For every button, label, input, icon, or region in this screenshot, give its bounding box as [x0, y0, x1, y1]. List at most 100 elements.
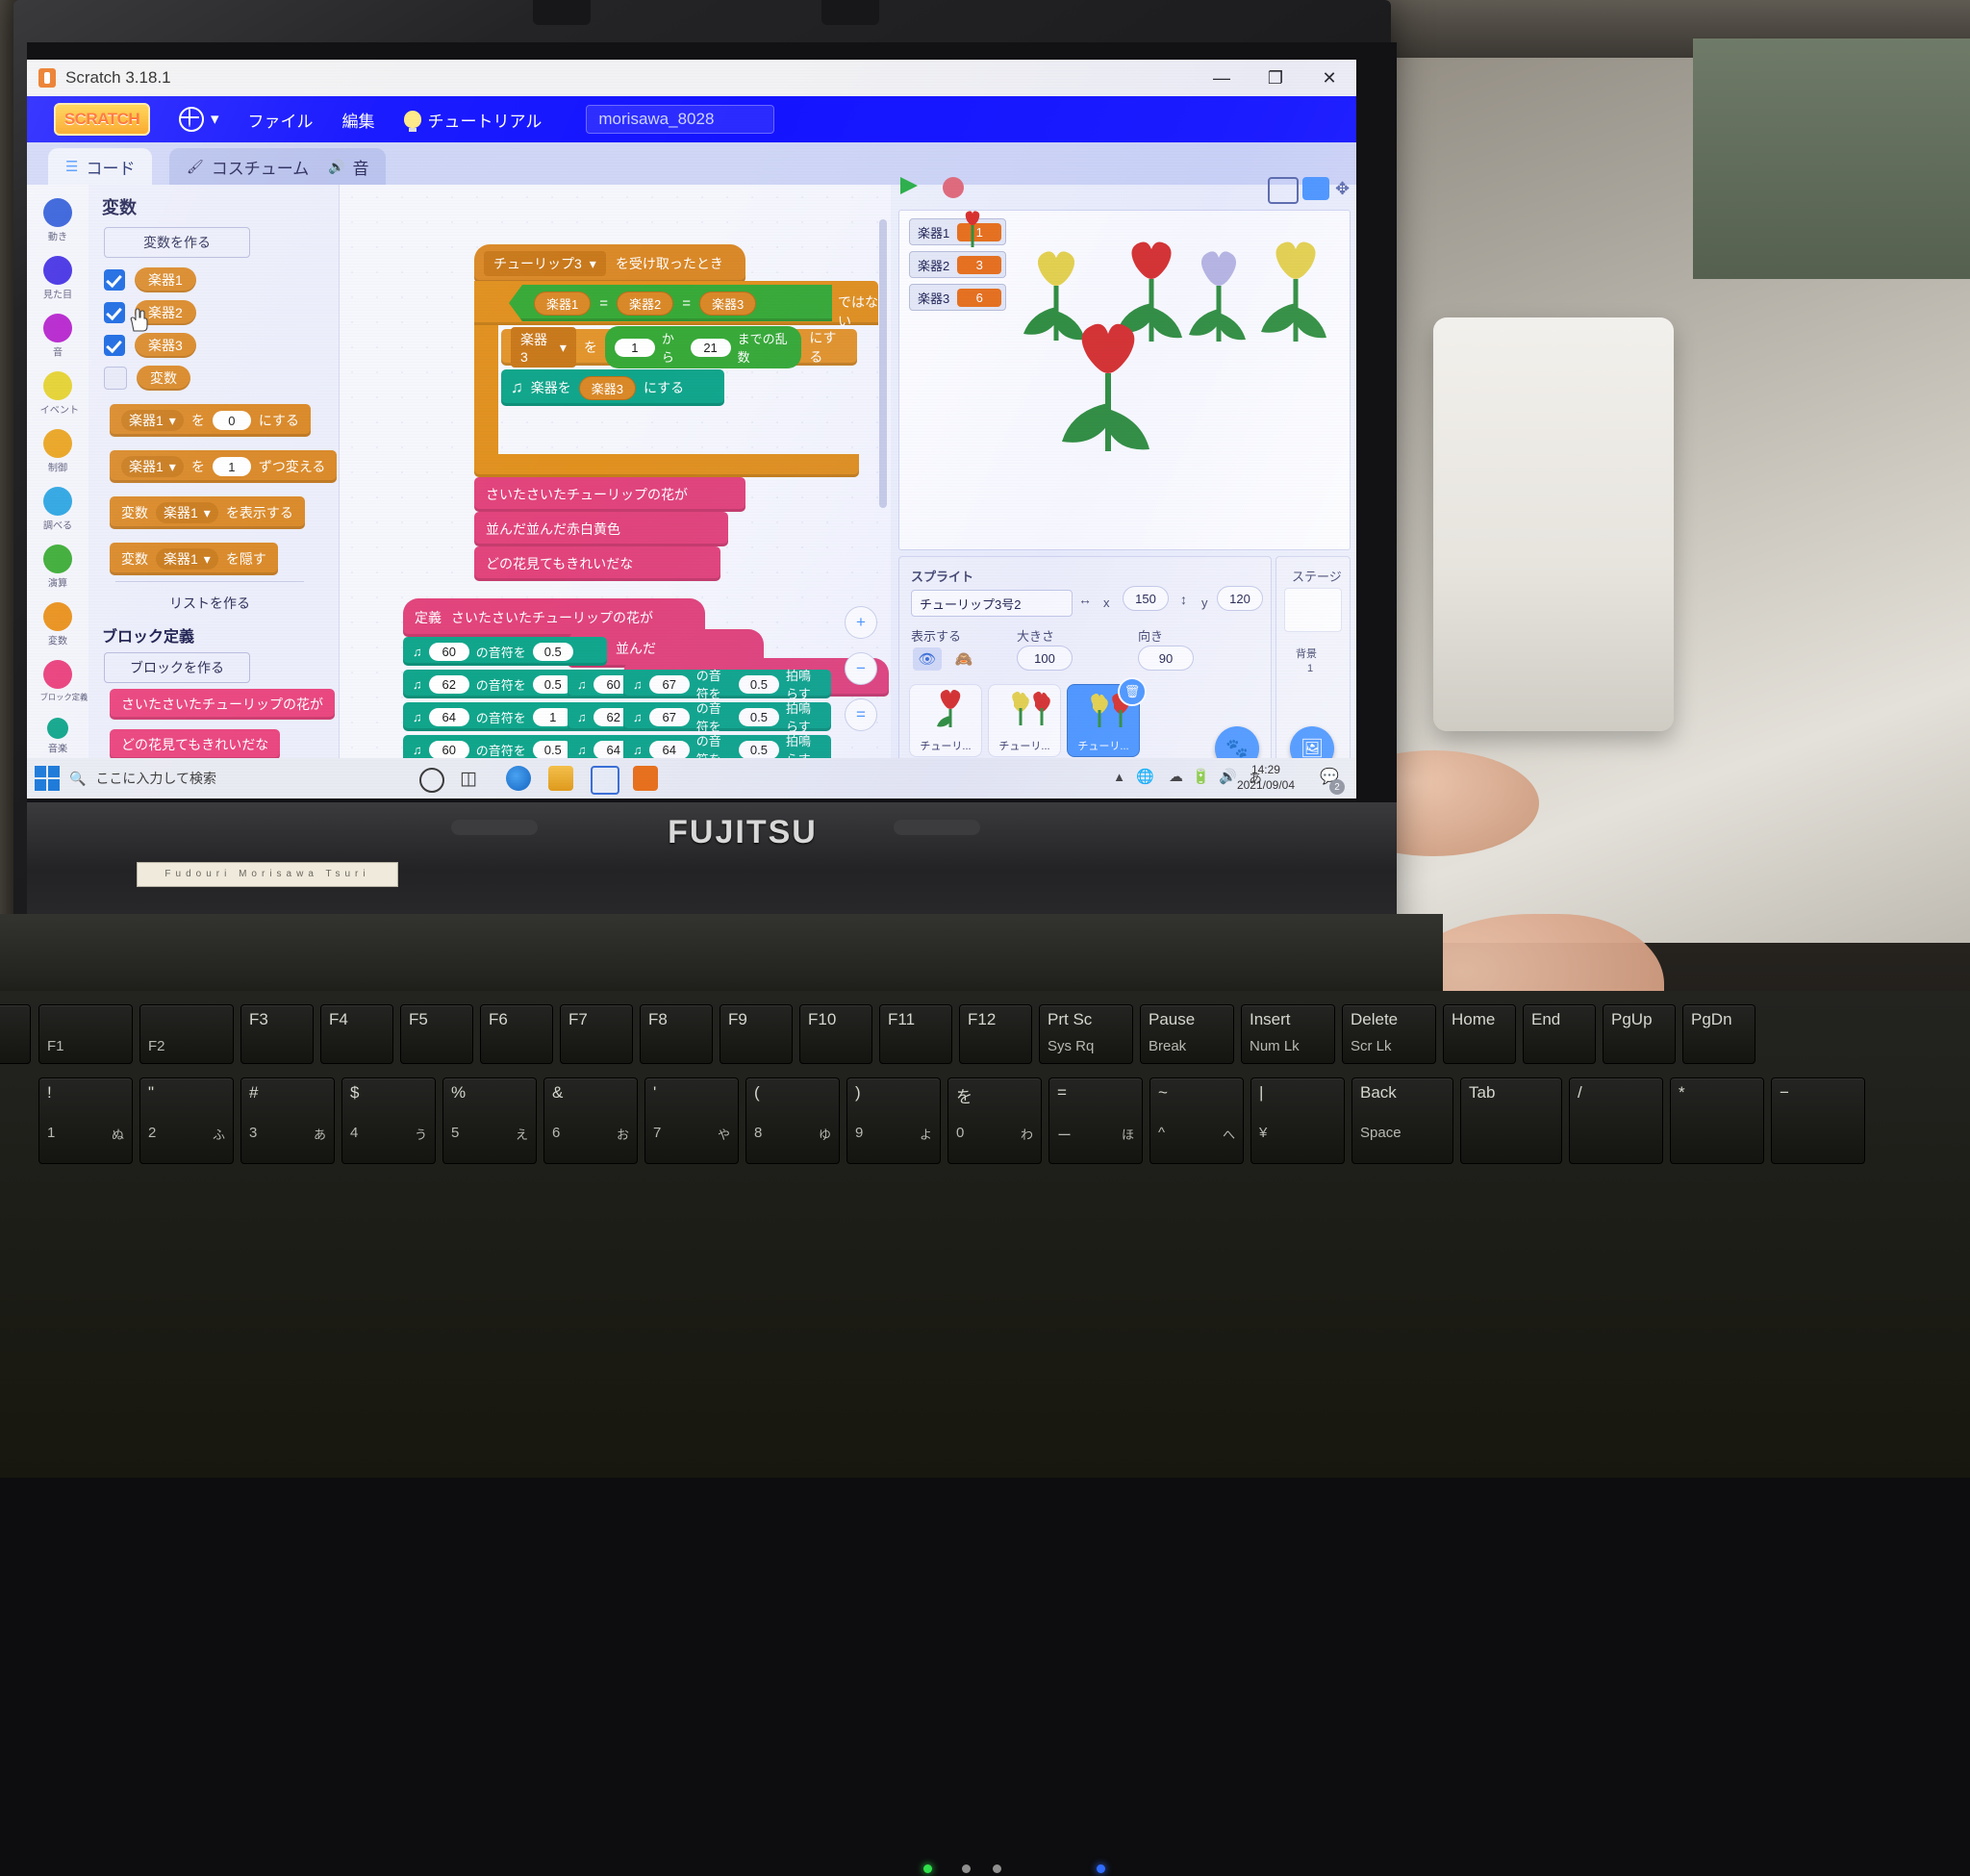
key-*[interactable]: *: [1670, 1077, 1764, 1164]
key-f6[interactable]: F6: [480, 1004, 553, 1064]
sprite-tile-3[interactable]: チューリ... 🗑: [1067, 677, 1147, 757]
variable-checkbox-4[interactable]: [104, 367, 127, 390]
note-value[interactable]: 67: [648, 674, 690, 694]
category-music[interactable]: 音楽: [38, 718, 77, 756]
sprite-x-input[interactable]: 150: [1123, 586, 1169, 611]
category-operators[interactable]: 演算: [38, 545, 77, 591]
palette-variable-row-4[interactable]: 変数: [104, 366, 190, 391]
repeat-until-footer[interactable]: [474, 454, 859, 477]
edit-menu[interactable]: 編集: [342, 108, 375, 132]
set-var-dropdown[interactable]: 楽器1 ▾: [121, 410, 184, 431]
maximize-button[interactable]: ❐: [1249, 60, 1302, 96]
key-Tab[interactable]: Tab: [1460, 1077, 1562, 1164]
change-var-value[interactable]: 1: [212, 457, 251, 476]
set-instrument-block[interactable]: ♫ 楽器を 楽器3 にする: [501, 369, 724, 406]
minimize-button[interactable]: —: [1195, 60, 1249, 96]
palette-hide-variable-block[interactable]: 変数 楽器1 ▾ を隠す: [110, 543, 278, 575]
hide-sprite-button[interactable]: 🙈: [949, 647, 978, 671]
file-menu[interactable]: ファイル: [248, 108, 314, 132]
tutorial-menu[interactable]: チュートリアル: [403, 108, 542, 132]
category-sensing[interactable]: 調べる: [38, 487, 77, 533]
make-block-button[interactable]: ブロックを作る: [104, 652, 250, 683]
key-insert[interactable]: Insert Num Lk: [1241, 1004, 1335, 1064]
key-f5[interactable]: F5: [400, 1004, 473, 1064]
sprite-name-input[interactable]: チューリップ3号2: [911, 590, 1073, 617]
key-home[interactable]: Home: [1443, 1004, 1516, 1064]
project-name-input[interactable]: morisawa_8028: [586, 105, 775, 134]
note-value[interactable]: 64: [428, 707, 469, 726]
windows-start-icon[interactable]: [35, 766, 60, 791]
key-f11[interactable]: F11: [879, 1004, 952, 1064]
tab-sounds[interactable]: 🔊 音: [311, 148, 387, 185]
palette-custom-block-1[interactable]: さいたさいたチューリップの花が: [110, 689, 335, 720]
key-f10[interactable]: F10: [799, 1004, 872, 1064]
category-myblocks[interactable]: ブロック定義: [38, 660, 88, 703]
palette-show-variable-block[interactable]: 変数 楽器1 ▾ を表示する: [110, 496, 305, 529]
variable-pill-3[interactable]: 楽器3: [135, 333, 196, 358]
sprite-y-input[interactable]: 120: [1217, 586, 1263, 611]
key-9[interactable]: ) 9 よ: [846, 1077, 941, 1164]
set-random-block[interactable]: 楽器3 ▾ を 1 から 21 までの乱数 にする: [501, 326, 857, 368]
key-2[interactable]: " 2 ふ: [139, 1077, 234, 1164]
close-button[interactable]: ✕: [1302, 60, 1356, 96]
make-list-button[interactable]: リストを作る: [115, 589, 304, 618]
key-/[interactable]: /: [1569, 1077, 1663, 1164]
green-flag-icon[interactable]: [900, 177, 925, 202]
scratch-taskbar-icon[interactable]: [633, 766, 658, 791]
cortana-icon[interactable]: [419, 768, 444, 793]
explorer-icon[interactable]: [548, 766, 573, 791]
key-pause[interactable]: Pause Break: [1140, 1004, 1234, 1064]
operand-gakki2[interactable]: 楽器2: [617, 291, 674, 316]
operand-gakki1[interactable]: 楽器1: [534, 291, 592, 316]
key-prt-sc[interactable]: Prt Sc Sys Rq: [1039, 1004, 1133, 1064]
key-f2[interactable]: F2: [139, 1004, 234, 1064]
note-beats[interactable]: 0.5: [738, 740, 779, 759]
palette-variable-row-3[interactable]: 楽器3: [104, 333, 196, 358]
call-block-3[interactable]: どの花見てもきれいだな: [474, 546, 720, 581]
category-motion[interactable]: 動き: [38, 198, 77, 244]
trash-icon[interactable]: 🗑: [1118, 677, 1147, 706]
palette-set-variable-block[interactable]: 楽器1 ▾ を 0 にする: [110, 404, 311, 437]
key-7[interactable]: ' 7 や: [644, 1077, 739, 1164]
palette-change-variable-block[interactable]: 楽器1 ▾ を 1 ずつ変える: [110, 450, 338, 483]
keyboard-number-row[interactable]: ! 1 ぬ " 2 ふ #3 あ $4 う% 5 え & 6 お ' 7 や(8 ゆ) 9 よを 0 わ = ーほ ~ ^ へ | ¥ Ba…: [0, 1077, 1865, 1164]
key-f8[interactable]: F8: [640, 1004, 713, 1064]
key-f3[interactable]: F3: [240, 1004, 314, 1064]
variable-checkbox-3[interactable]: [104, 335, 125, 356]
key-f4[interactable]: F4: [320, 1004, 393, 1064]
show-sprite-button[interactable]: 👁: [913, 647, 942, 671]
set-random-dropdown[interactable]: 楽器3 ▾: [511, 327, 576, 368]
tab-costumes[interactable]: 🖌 コスチューム: [169, 148, 327, 185]
call-block-2[interactable]: 並んだ並んだ赤白黄色: [474, 512, 728, 546]
key-^[interactable]: ~ ^ へ: [1149, 1077, 1244, 1164]
key-delete[interactable]: Delete Scr Lk: [1342, 1004, 1436, 1064]
canvas-scrollbar[interactable]: [879, 219, 887, 508]
note-beats[interactable]: 0.5: [532, 642, 573, 661]
sprite-direction-input[interactable]: 90: [1138, 646, 1194, 671]
backdrop-thumbnail[interactable]: [1284, 588, 1342, 632]
block-palette[interactable]: 変数 変数を作る 楽器1 楽器2 楽器3 変数 楽器1 ▾ を 0 にする 楽器…: [88, 185, 340, 799]
sprite-size-input[interactable]: 100: [1017, 646, 1073, 671]
category-variables[interactable]: 変数: [38, 602, 77, 648]
large-stage-icon[interactable]: [1302, 177, 1329, 200]
note-value[interactable]: 67: [648, 707, 690, 726]
stage-display[interactable]: 楽器1 1 楽器2 3 楽器3 6: [898, 210, 1351, 550]
palette-variable-row-2[interactable]: 楽器2: [104, 300, 196, 325]
key-8[interactable]: (8 ゆ: [745, 1077, 840, 1164]
change-var-dropdown[interactable]: 楽器1 ▾: [121, 456, 184, 477]
key-ー[interactable]: = ー ほ: [1048, 1077, 1143, 1164]
scratch-logo[interactable]: SCRATCH: [54, 103, 150, 136]
random-from[interactable]: 1: [614, 338, 655, 357]
mail-icon[interactable]: [591, 766, 619, 795]
stop-icon[interactable]: [943, 177, 964, 198]
key-f12[interactable]: F12: [959, 1004, 1032, 1064]
show-var-dropdown[interactable]: 楽器1 ▾: [156, 502, 218, 523]
key-3[interactable]: #3 あ: [240, 1077, 335, 1164]
key-pgup[interactable]: PgUp: [1603, 1004, 1676, 1064]
sprite-tile-2[interactable]: チューリ...: [988, 684, 1061, 757]
variable-checkbox-1[interactable]: [104, 269, 125, 291]
palette-variable-row-1[interactable]: 楽器1: [104, 267, 196, 292]
note-beats[interactable]: 0.5: [738, 707, 779, 726]
not-condition-block[interactable]: 楽器1 = 楽器2 = 楽器3: [509, 285, 832, 321]
key-6[interactable]: & 6 お: [543, 1077, 638, 1164]
